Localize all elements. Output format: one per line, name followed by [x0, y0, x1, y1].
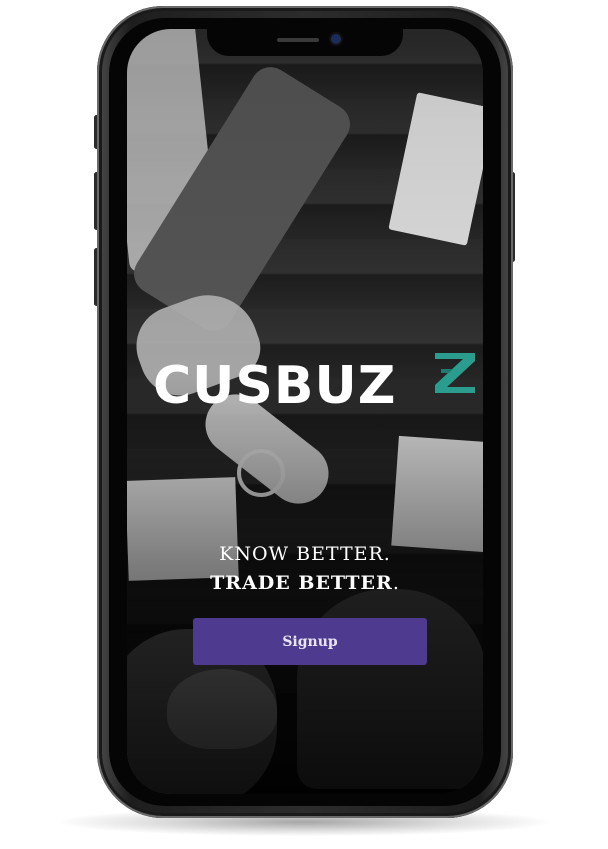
app-screen: CUSBUZ KNOW BETTER. TRADE BETTER. Signup	[127, 29, 483, 794]
speaker-grille	[277, 38, 319, 42]
tagline-line2-suffix: .	[392, 572, 400, 594]
tagline-line2: TRADE BETTER.	[127, 572, 483, 594]
z-logo-icon	[435, 353, 475, 393]
signup-button[interactable]: Signup	[193, 618, 427, 665]
logo-wordmark: CUSBUZ	[153, 356, 397, 416]
phone-notch	[207, 29, 403, 56]
front-camera-icon	[331, 34, 341, 44]
tagline-line2-bold: TRADE BETTER	[210, 572, 393, 594]
app-logo: CUSBUZ	[147, 351, 475, 421]
tagline-line1: KNOW BETTER.	[219, 543, 391, 565]
